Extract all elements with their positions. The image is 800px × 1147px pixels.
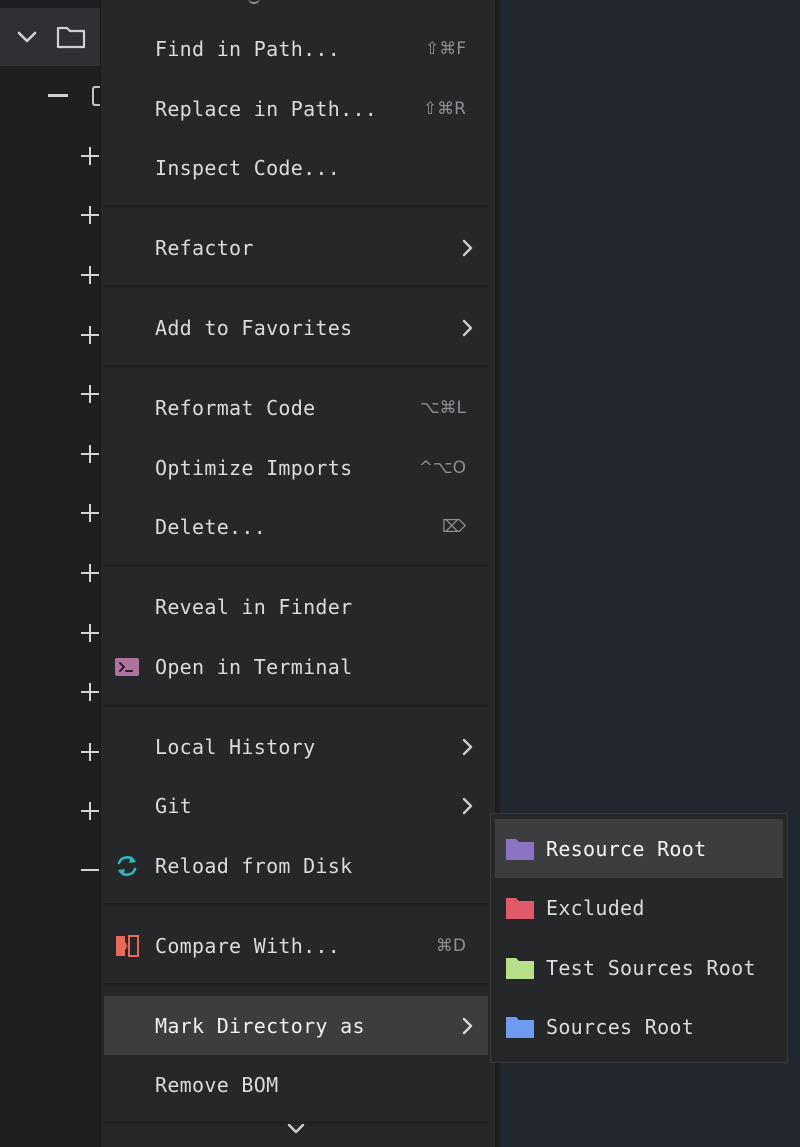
submenu-item-resource-root[interactable]: Resource Root [495, 819, 783, 878]
menu-item-label: Mark Directory as [155, 1014, 365, 1038]
menu-item-label: Reformat Code [155, 396, 315, 420]
menu-item-label: Inspect Code... [155, 156, 340, 180]
menu-item-compare-with[interactable]: Compare With... ⌘D [104, 916, 488, 975]
menu-separator [104, 564, 488, 567]
menu-item-label: Delete... [155, 515, 266, 539]
expand-toggle[interactable] [80, 801, 100, 821]
menu-item-open-in-terminal[interactable]: Open in Terminal [104, 637, 488, 696]
compare-icon [114, 933, 140, 959]
submenu-item-test-sources-root[interactable]: Test Sources Root [495, 938, 783, 997]
chevron-down-icon[interactable] [14, 24, 40, 50]
submenu-item-label: Sources Root [546, 1015, 694, 1039]
expand-toggle[interactable] [80, 265, 100, 285]
menu-item-add-to-favorites[interactable]: Add to Favorites [104, 298, 488, 357]
folder-icon [505, 836, 535, 862]
submenu-item-excluded[interactable]: Excluded [495, 878, 783, 937]
menu-item-label: Open in Terminal [155, 655, 352, 679]
shortcut-label: ^⌥O [419, 458, 466, 478]
expand-toggle[interactable] [80, 146, 100, 166]
menu-separator [104, 903, 488, 906]
menu-separator [104, 365, 488, 368]
expand-toggle[interactable] [80, 444, 100, 464]
shortcut-label: ⌘D [436, 936, 466, 956]
menu-item-label: Reveal in Finder [155, 595, 352, 619]
submenu-item-sources-root[interactable]: Sources Root [495, 997, 783, 1056]
menu-item-label: Replace in Path... [155, 97, 377, 121]
chevron-down-icon[interactable] [285, 1120, 307, 1138]
terminal-icon [114, 654, 140, 680]
menu-item-label: Find in Path... [155, 37, 340, 61]
menu-item-delete[interactable]: Delete... ⌦ [104, 497, 488, 556]
expand-toggle[interactable] [80, 325, 100, 345]
menu-item-inspect-code[interactable]: Inspect Code... [104, 138, 488, 197]
menu-item-local-history[interactable]: Local History [104, 717, 488, 776]
expand-toggle[interactable] [80, 682, 100, 702]
collapse-toggle[interactable] [80, 860, 100, 880]
expand-toggle[interactable] [80, 563, 100, 583]
expand-toggle[interactable] [80, 742, 100, 762]
menu-item-label: Local History [155, 735, 315, 759]
folder-icon [505, 955, 535, 981]
submenu-item-label: Resource Root [546, 837, 706, 861]
submenu-item-label: Test Sources Root [546, 956, 756, 980]
menu-separator [104, 983, 488, 986]
chevron-right-icon [460, 796, 474, 816]
shortcut-label: ⇧⌘F [425, 39, 466, 59]
menu-item-remove-bom[interactable]: Remove BOM [104, 1055, 488, 1114]
reload-icon [114, 853, 140, 879]
collapse-toggle[interactable] [48, 94, 68, 97]
menu-item-label: Refactor [155, 236, 254, 260]
submenu-item-label: Excluded [546, 896, 645, 920]
menu-item-label: Optimize Imports [155, 456, 352, 480]
shortcut-label: ⇧⌘R [423, 99, 466, 119]
shortcut-label: ⌦ [442, 517, 466, 537]
chevron-right-icon [460, 1016, 474, 1036]
menu-item-optimize-imports[interactable]: Optimize Imports ^⌥O [104, 438, 488, 497]
shortcut-label: ⌥⌘L [420, 398, 466, 418]
menu-item-mark-directory-as[interactable]: Mark Directory as [104, 996, 488, 1055]
folder-icon [505, 895, 535, 921]
menu-item-label: Reload from Disk [155, 854, 352, 878]
folder-icon [56, 24, 86, 50]
menu-item-label: Add to Favorites [155, 316, 352, 340]
menu-item-replace-in-path[interactable]: Replace in Path... ⇧⌘R [104, 79, 488, 138]
menu-separator [104, 704, 488, 707]
menu-separator [104, 205, 488, 208]
menu-item-reload-from-disk[interactable]: Reload from Disk [104, 836, 488, 895]
menu-item-find-in-path[interactable]: Find in Path... ⇧⌘F [104, 19, 488, 78]
menu-separator [104, 285, 488, 288]
menu-item-label: Compare With... [155, 934, 340, 958]
menu-item-reveal-in-finder[interactable]: Reveal in Finder [104, 577, 488, 636]
folder-icon [505, 1014, 535, 1040]
expand-toggle[interactable] [80, 384, 100, 404]
expand-toggle[interactable] [80, 205, 100, 225]
menu-item-label: Git [155, 794, 192, 818]
chevron-right-icon [460, 238, 474, 258]
menu-item-label: Remove BOM [155, 1073, 278, 1097]
menu-item-refactor[interactable]: Refactor [104, 218, 488, 277]
chevron-right-icon [460, 318, 474, 338]
menu-item-git[interactable]: Git [104, 776, 488, 835]
chevron-right-icon [460, 737, 474, 757]
menu-item-reformat-code[interactable]: Reformat Code ⌥⌘L [104, 378, 488, 437]
expand-toggle[interactable] [80, 503, 100, 523]
expand-toggle[interactable] [80, 623, 100, 643]
